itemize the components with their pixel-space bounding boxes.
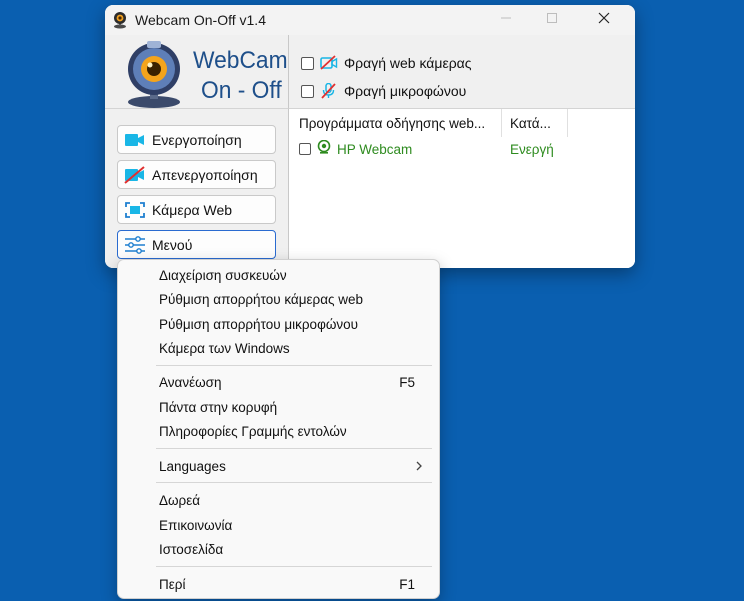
menu-item-label: Διαχείριση συσκευών xyxy=(159,267,287,283)
menu-item-webcam-privacy[interactable]: Ρύθμιση απορρήτου κάμερας web xyxy=(122,287,437,311)
menu-item-label: Ρύθμιση απορρήτου μικροφώνου xyxy=(159,316,358,332)
webcam-active-icon xyxy=(317,139,331,159)
menu-item-donate[interactable]: Δωρεά xyxy=(122,488,437,512)
menu-item-windows-camera[interactable]: Κάμερα των Windows xyxy=(122,336,437,360)
column-header-status[interactable]: Κατά... xyxy=(502,109,568,137)
main-window: Webcam On-Off v1.4 WebCam On - Off Φραγή… xyxy=(105,5,635,268)
menu-separator xyxy=(156,566,432,567)
menu-button-label: Μενού xyxy=(152,236,193,253)
block-webcam-checkbox[interactable] xyxy=(301,56,314,70)
column-header-driver[interactable]: Προγράμματα οδήγησης web... xyxy=(289,109,502,137)
options-panel: Φραγή web κάμερας Φραγή μικροφώνου xyxy=(289,35,635,109)
menu-item-label: Περί xyxy=(159,576,186,592)
menu-item-label: Ρύθμιση απορρήτου κάμερας web xyxy=(159,291,364,307)
menu-item-contact[interactable]: Επικοινωνία xyxy=(122,513,437,537)
menu-item-label: Πληροφορίες Γραμμής εντολών xyxy=(159,423,347,439)
menu-item-label: Languages xyxy=(159,458,226,474)
menu-item-label: Επικοινωνία xyxy=(159,517,233,533)
menu-item-always-on-top[interactable]: Πάντα στην κορυφή xyxy=(122,395,437,419)
device-name: HP Webcam xyxy=(337,141,413,157)
block-webcam-label: Φραγή web κάμερας xyxy=(344,55,472,71)
logo-text-webcam: WebCam xyxy=(193,47,288,74)
menu-item-microphone-privacy[interactable]: Ρύθμιση απορρήτου μικροφώνου xyxy=(122,312,437,336)
menu-item-label: Δωρεά xyxy=(159,492,201,508)
shortcut-label: F5 xyxy=(399,374,415,390)
block-webcam-option[interactable]: Φραγή web κάμερας xyxy=(301,53,472,73)
block-microphone-label: Φραγή μικροφώνου xyxy=(344,83,467,99)
logo-text-onoff: On - Off xyxy=(201,77,282,104)
close-icon xyxy=(598,11,610,29)
window-title: Webcam On-Off v1.4 xyxy=(135,12,266,28)
menu-item-label: Κάμερα των Windows xyxy=(159,340,290,356)
microphone-blocked-icon xyxy=(320,82,338,99)
enable-button[interactable]: Ενεργοποίηση xyxy=(117,125,276,154)
menu-item-languages[interactable]: Languages xyxy=(122,454,437,478)
webcam-preview-label: Κάμερα Web xyxy=(152,201,233,218)
sliders-icon xyxy=(124,235,146,254)
device-checkbox[interactable] xyxy=(299,143,311,155)
webcam-logo-icon xyxy=(119,39,189,114)
block-microphone-checkbox[interactable] xyxy=(301,84,314,98)
menu-separator xyxy=(156,482,432,483)
title-bar[interactable]: Webcam On-Off v1.4 xyxy=(105,5,635,35)
maximize-icon xyxy=(546,11,558,29)
context-menu: Διαχείριση συσκευών Ρύθμιση απορρήτου κά… xyxy=(117,259,440,599)
desktop-background: Webcam On-Off v1.4 WebCam On - Off Φραγή… xyxy=(0,0,744,601)
logo-panel: WebCam On - Off xyxy=(105,35,289,109)
menu-separator xyxy=(156,365,432,366)
webcam-blocked-icon xyxy=(320,55,338,71)
menu-item-device-manager[interactable]: Διαχείριση συσκευών xyxy=(122,263,437,287)
webcam-icon xyxy=(124,131,146,149)
menu-item-about[interactable]: Περί F1 xyxy=(122,572,437,596)
menu-item-label: Ιστοσελίδα xyxy=(159,541,224,557)
close-button[interactable] xyxy=(581,5,627,35)
menu-item-command-line-info[interactable]: Πληροφορίες Γραμμής εντολών xyxy=(122,419,437,443)
webcam-off-icon xyxy=(124,165,146,184)
minimize-button[interactable] xyxy=(483,5,529,35)
disable-button-label: Απενεργοποίηση xyxy=(152,166,258,183)
menu-separator xyxy=(156,448,432,449)
shortcut-label: F1 xyxy=(399,576,415,592)
enable-button-label: Ενεργοποίηση xyxy=(152,131,242,148)
webcam-preview-button[interactable]: Κάμερα Web xyxy=(117,195,276,224)
actions-panel: Ενεργοποίηση Απενεργοποίηση Κάμερα Web Μ… xyxy=(105,109,289,268)
menu-item-label: Πάντα στην κορυφή xyxy=(159,399,278,415)
menu-item-website[interactable]: Ιστοσελίδα xyxy=(122,537,437,561)
block-microphone-option[interactable]: Φραγή μικροφώνου xyxy=(301,81,466,101)
list-item[interactable]: HP Webcam xyxy=(299,139,412,159)
app-webcam-icon xyxy=(111,11,129,29)
device-status: Ενεργή xyxy=(510,141,554,157)
menu-item-refresh[interactable]: Ανανέωση F5 xyxy=(122,370,437,394)
device-list: Προγράμματα οδήγησης web... Κατά... HP W… xyxy=(289,109,635,268)
minimize-icon xyxy=(500,11,512,29)
maximize-button[interactable] xyxy=(529,5,575,35)
chevron-right-icon xyxy=(415,460,423,475)
menu-button[interactable]: Μενού xyxy=(117,230,276,259)
camera-frame-icon xyxy=(124,201,146,219)
menu-item-label: Ανανέωση xyxy=(159,374,222,390)
disable-button[interactable]: Απενεργοποίηση xyxy=(117,160,276,189)
